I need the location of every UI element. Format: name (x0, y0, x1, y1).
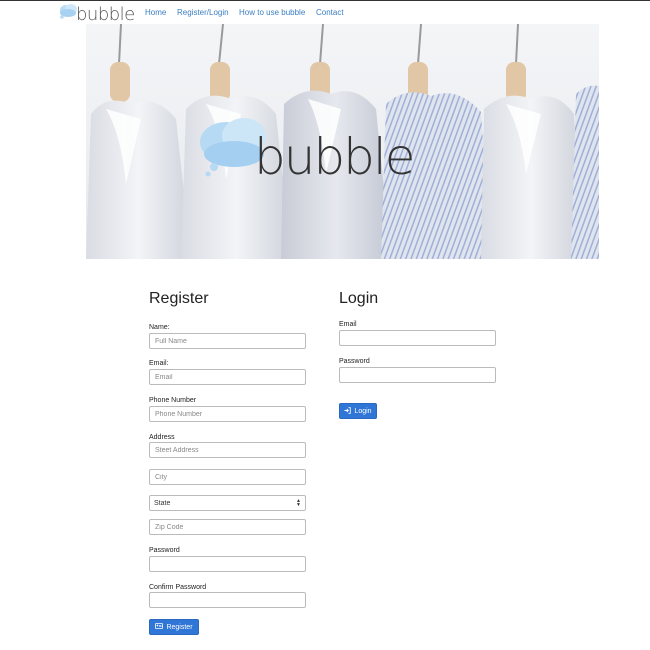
login-title: Login (339, 290, 379, 307)
id-card-icon (155, 623, 164, 631)
zip-code-field[interactable] (149, 519, 306, 535)
logo[interactable]: bubble (58, 2, 135, 25)
register-password-field[interactable] (149, 556, 306, 572)
sign-in-icon (344, 406, 352, 416)
select-arrows-icon: ▲ ▼ (296, 498, 301, 508)
login-button-label: Login (354, 407, 372, 415)
logo-text: bubble (76, 4, 135, 25)
password-label: Password (149, 547, 180, 554)
confirm-password-field[interactable] (149, 592, 306, 608)
navbar: bubble Home Register/Login How to use bu… (0, 1, 650, 25)
phone-label: Phone Number (149, 397, 197, 404)
city-field[interactable] (149, 469, 306, 485)
register-title: Register (149, 290, 209, 307)
login-email-field[interactable] (339, 330, 496, 346)
nav-link-how-to-use[interactable]: How to use bubble (239, 8, 305, 17)
address-label: Address (149, 434, 175, 441)
hero-logo-text: bubble (254, 128, 416, 186)
street-address-field[interactable] (149, 442, 306, 458)
name-label: Name: (149, 324, 170, 331)
confirm-password-label: Confirm Password (149, 584, 207, 591)
nav-link-register-login[interactable]: Register/Login (177, 8, 229, 17)
login-email-label: Email (339, 321, 357, 328)
login-button[interactable]: Login (339, 403, 377, 419)
login-password-label: Password (339, 358, 370, 365)
phone-field[interactable] (149, 406, 306, 422)
register-button[interactable]: Register (149, 619, 199, 635)
hero-banner: bubble (86, 24, 599, 259)
register-email-field[interactable] (149, 369, 306, 385)
login-password-field[interactable] (339, 367, 496, 383)
nav-link-home[interactable]: Home (145, 8, 166, 17)
email-label: Email: (149, 360, 169, 367)
state-select-value: State (154, 499, 171, 507)
state-select[interactable]: State ▲ ▼ (149, 495, 306, 511)
register-button-label: Register (166, 623, 193, 631)
nav-link-contact[interactable]: Contact (316, 8, 344, 17)
name-field[interactable] (149, 333, 306, 349)
